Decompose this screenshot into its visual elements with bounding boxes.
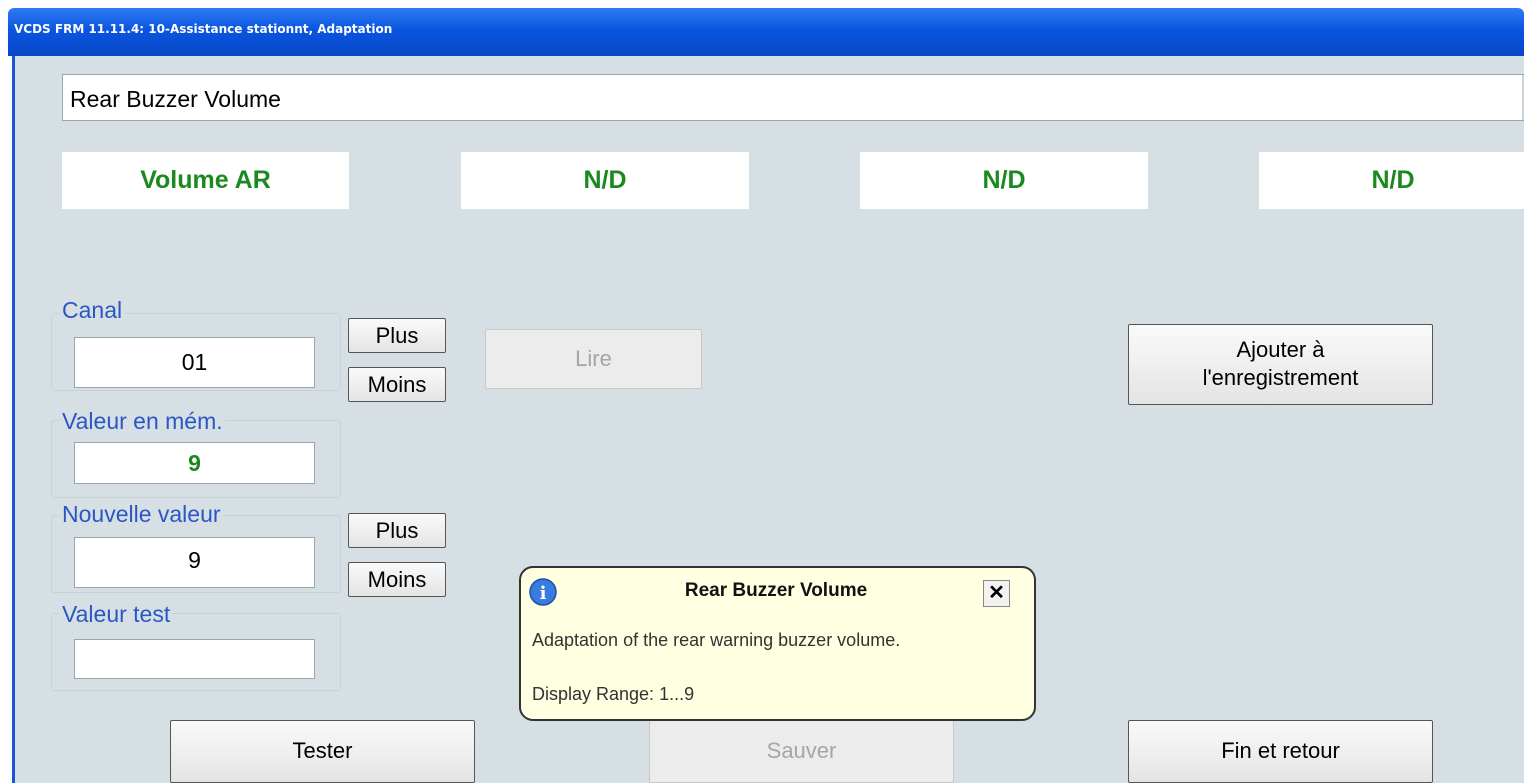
window-title: VCDS FRM 11.11.4: 10-Assistance stationn… <box>14 22 393 36</box>
stored-value-label: Valeur en mém. <box>60 408 225 435</box>
new-value-input[interactable]: 9 <box>74 537 315 588</box>
measure-label-1: Volume AR <box>62 152 349 209</box>
canal-label: Canal <box>60 297 125 324</box>
add-to-log-line-1: Ajouter à <box>1236 337 1325 362</box>
balloon-title: Rear Buzzer Volume <box>684 580 868 601</box>
balloon-range: Display Range: 1...9 <box>532 684 695 704</box>
stored-value-field: 9 <box>74 442 315 484</box>
canal-plus-button[interactable]: Plus <box>348 318 446 353</box>
done-button[interactable]: Fin et retour <box>1128 720 1433 783</box>
save-button[interactable]: Sauver <box>649 720 954 783</box>
svg-text:i: i <box>540 583 547 604</box>
close-icon[interactable]: ✕ <box>983 580 1010 607</box>
info-icon: i <box>529 578 557 606</box>
adaptation-panel: Rear Buzzer Volume Volume AR N/D N/D N/D… <box>12 56 1524 783</box>
test-value-label: Valeur test <box>60 601 173 628</box>
balloon-description: Adaptation of the rear warning buzzer vo… <box>532 630 901 650</box>
channel-select-value: Rear Buzzer Volume <box>70 86 281 112</box>
canal-minus-button[interactable]: Moins <box>348 367 446 402</box>
test-value-field <box>74 639 315 679</box>
measure-label-2: N/D <box>461 152 749 209</box>
add-to-log-button[interactable]: Ajouter à l'enregistrement <box>1128 324 1433 405</box>
add-to-log-line-2: l'enregistrement <box>1202 365 1359 390</box>
channel-select[interactable]: Rear Buzzer Volume <box>62 74 1524 121</box>
help-balloon: i Rear Buzzer Volume ✕ Adaptation of the… <box>519 566 1036 721</box>
title-bar: VCDS FRM 11.11.4: 10-Assistance stationn… <box>8 8 1524 56</box>
measure-label-3: N/D <box>860 152 1148 209</box>
measure-label-4: N/D <box>1259 152 1524 209</box>
read-button[interactable]: Lire <box>485 329 702 389</box>
test-button[interactable]: Tester <box>170 720 475 783</box>
new-value-label: Nouvelle valeur <box>60 501 223 528</box>
new-value-minus-button[interactable]: Moins <box>348 562 446 597</box>
new-value-plus-button[interactable]: Plus <box>348 513 446 548</box>
canal-input[interactable]: 01 <box>74 337 315 388</box>
